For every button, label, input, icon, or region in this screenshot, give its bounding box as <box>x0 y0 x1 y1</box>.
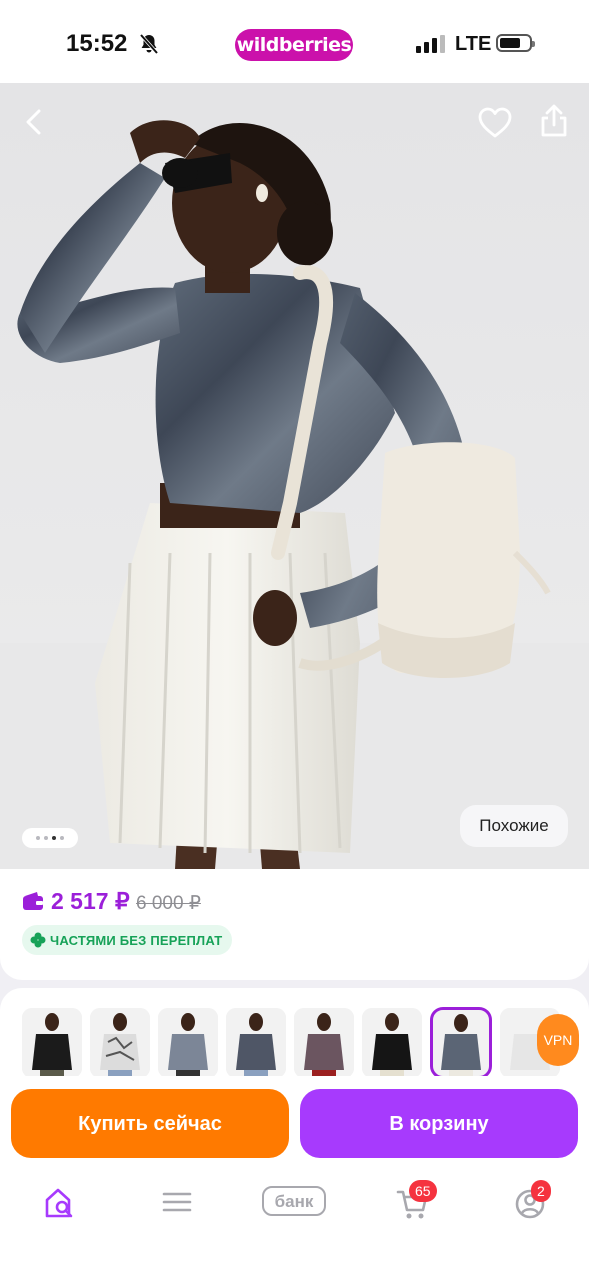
variant-thumbnail[interactable] <box>294 1008 354 1078</box>
pagination-dot <box>44 836 48 840</box>
profile-notification-badge: 2 <box>531 1180 551 1202</box>
bell-muted-icon <box>139 33 159 55</box>
variant-thumbnail[interactable] <box>362 1008 422 1078</box>
home-search-icon[interactable] <box>44 1182 76 1222</box>
add-to-cart-button[interactable]: В корзину <box>300 1089 578 1158</box>
status-bar: 15:52 wildberries LTE <box>0 0 589 83</box>
gallery-pagination <box>22 828 78 848</box>
old-price: 6 000 ₽ <box>136 893 201 914</box>
product-photo[interactable]: Похожие <box>0 83 589 869</box>
variant-thumbnail[interactable] <box>22 1008 82 1078</box>
bottom-panel: Купить сейчас В корзину банк 65 2 <box>0 1076 589 1280</box>
pagination-dot <box>60 836 64 840</box>
cart-count-badge: 65 <box>409 1180 437 1202</box>
clover-icon <box>30 932 46 948</box>
current-price: 2 517 ₽ <box>51 888 130 914</box>
installment-badge[interactable]: ЧАСТЯМИ БЕЗ ПЕРЕПЛАТ <box>22 925 233 955</box>
pagination-dot-active <box>52 836 56 840</box>
variant-thumbnail[interactable] <box>226 1008 286 1078</box>
vpn-badge[interactable]: VPN <box>537 1014 579 1066</box>
variant-thumbnail[interactable] <box>158 1008 218 1078</box>
installment-label: ЧАСТЯМИ БЕЗ ПЕРЕПЛАТ <box>50 932 223 948</box>
back-chevron-icon[interactable] <box>18 105 52 139</box>
variant-thumbnail-selected[interactable] <box>430 1007 492 1079</box>
network-type: LTE <box>455 33 492 55</box>
bank-tab[interactable]: банк <box>262 1186 326 1216</box>
similar-button[interactable]: Похожие <box>460 805 568 847</box>
variant-thumbnail[interactable] <box>90 1008 150 1078</box>
buy-now-button[interactable]: Купить сейчас <box>11 1089 289 1158</box>
price-card: 2 517 ₽ 6 000 ₽ ЧАСТЯМИ БЕЗ ПЕРЕПЛАТ <box>0 869 589 980</box>
pagination-dot <box>36 836 40 840</box>
wallet-icon <box>23 892 43 910</box>
product-image <box>0 120 589 869</box>
menu-icon[interactable] <box>162 1182 192 1222</box>
status-time: 15:52 <box>66 30 128 57</box>
share-icon[interactable] <box>537 103 571 139</box>
brand-logo: wildberries <box>235 29 353 61</box>
signal-icon <box>416 35 445 53</box>
heart-icon[interactable] <box>477 105 513 141</box>
battery-icon <box>496 34 535 52</box>
